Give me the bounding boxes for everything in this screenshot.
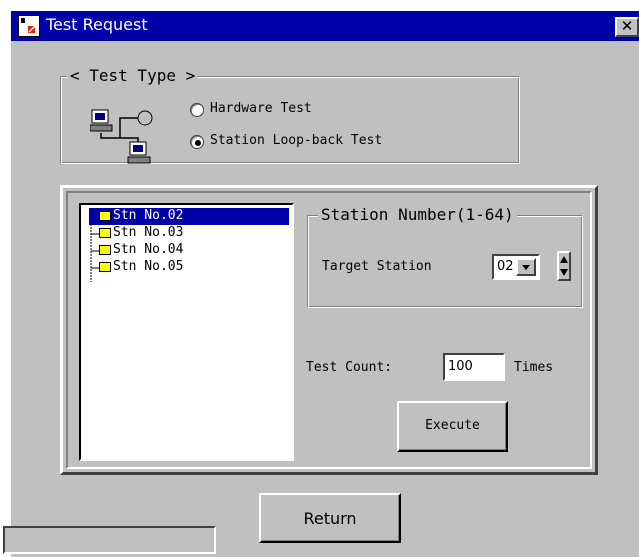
tree-item-stn-05[interactable]: Stn No.05	[89, 259, 209, 276]
execute-button-label: Execute	[425, 418, 480, 433]
hardware-test-radio[interactable]: Hardware Test	[190, 101, 360, 119]
execute-button[interactable]: Execute	[397, 401, 508, 452]
test-count-label: Test Count:	[306, 360, 393, 375]
test-count-unit: Times	[514, 360, 554, 375]
tree-item-label: Stn No.03	[113, 225, 184, 240]
station-loopback-test-label: Station Loop-back Test	[210, 133, 383, 148]
folder-icon	[99, 262, 111, 272]
tree-item-stn-03[interactable]: Stn No.03	[89, 225, 209, 242]
folder-icon	[99, 245, 111, 255]
folder-icon	[99, 228, 111, 238]
window-title: Test Request	[46, 15, 148, 34]
tree-item-label: Stn No.02	[113, 208, 184, 223]
tree-item-label: Stn No.05	[113, 259, 184, 274]
close-icon[interactable]: ✕	[615, 17, 639, 37]
hardware-test-label: Hardware Test	[210, 101, 312, 116]
target-station-select[interactable]: 02	[492, 254, 540, 280]
test-count-input[interactable]: 100	[443, 353, 505, 381]
app-icon	[18, 15, 40, 37]
return-button[interactable]: Return	[259, 493, 401, 543]
spin-arrows-icon[interactable]	[557, 251, 571, 281]
tree-item-stn-04[interactable]: Stn No.04	[89, 242, 209, 259]
station-loopback-test-radio[interactable]: Station Loop-back Test	[190, 133, 440, 151]
radio-circle-selected[interactable]	[190, 135, 204, 149]
network-computers-icon	[89, 108, 160, 164]
radio-dot	[195, 140, 201, 146]
status-bar	[3, 526, 216, 554]
station-number-legend: Station Number(1-64)	[318, 205, 517, 224]
test-count-value: 100	[448, 359, 473, 374]
target-station-label: Target Station	[322, 259, 432, 274]
tree-item-label: Stn No.04	[113, 242, 184, 257]
test-type-legend: < Test Type >	[67, 66, 199, 85]
tree-item-stn-02[interactable]: Stn No.02	[89, 208, 289, 225]
radio-circle[interactable]	[190, 103, 204, 117]
target-station-value: 02	[497, 259, 514, 274]
return-button-label: Return	[303, 509, 357, 528]
folder-icon	[99, 211, 111, 221]
dropdown-arrow-icon[interactable]	[516, 258, 536, 276]
